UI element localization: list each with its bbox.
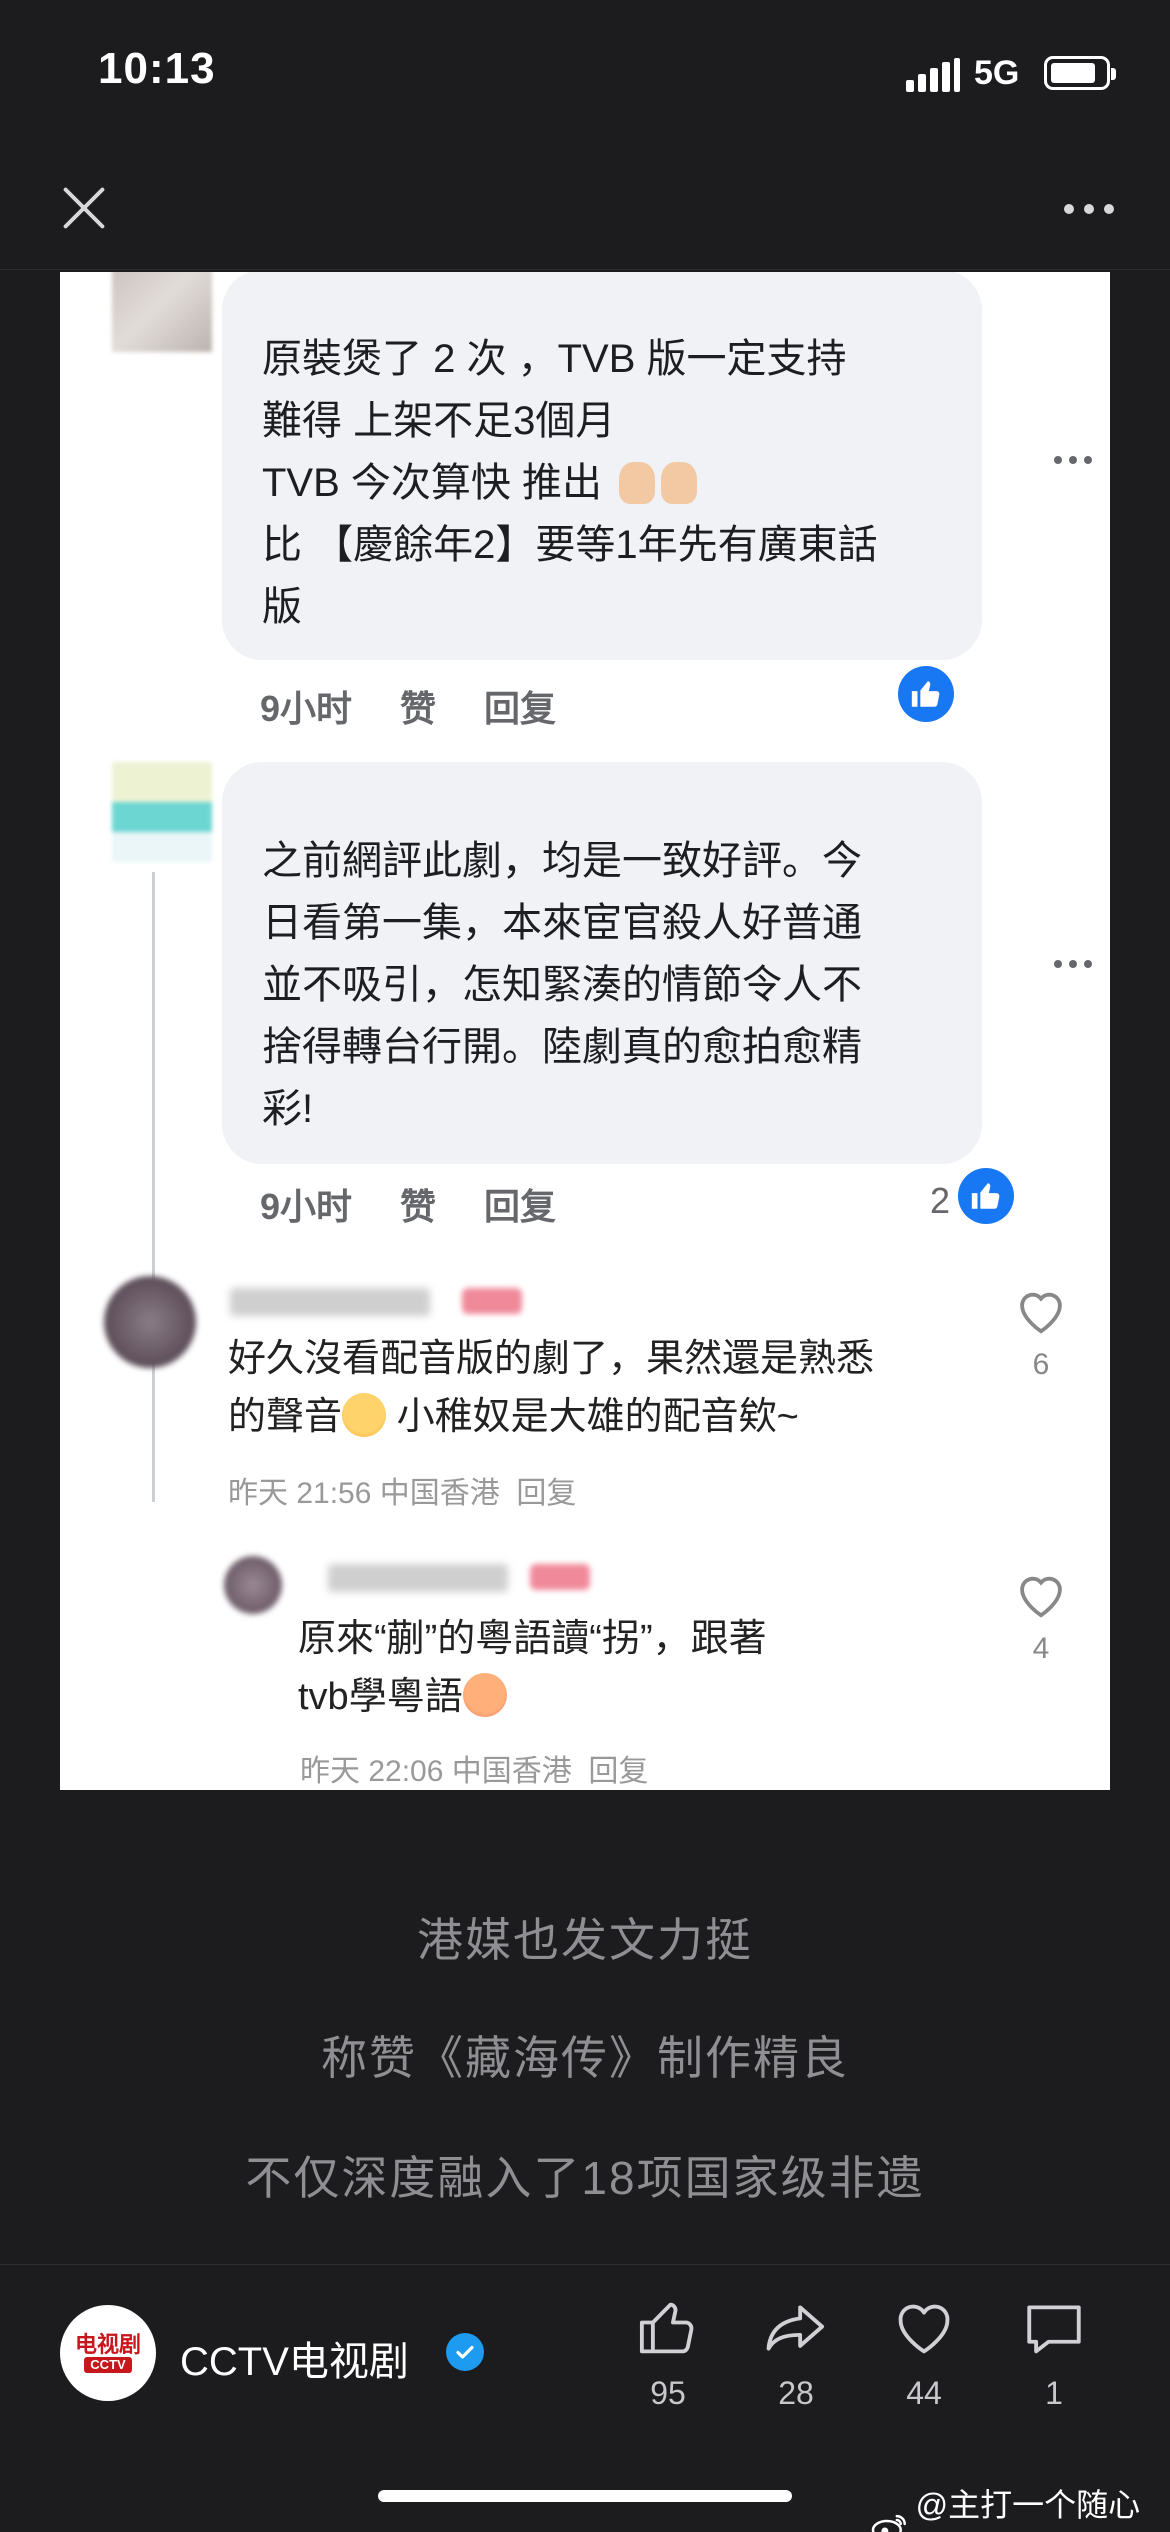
comment-count: 1 — [1045, 2375, 1063, 2411]
status-bar: 10:13 5G — [0, 0, 1170, 150]
like-reaction-icon — [898, 666, 954, 722]
laughing-emoji-icon — [462, 1673, 507, 1717]
reply-button[interactable]: 回复 — [484, 680, 556, 732]
thumbs-up-icon — [639, 2302, 694, 2354]
blurred-avatar — [104, 1276, 196, 1368]
more-icon[interactable] — [1054, 960, 1092, 968]
thumbs-up-emoji-icon — [619, 462, 656, 504]
comment-text: 原來“蒯”的粵語讀“拐”，跟著 tvb學粵語 — [298, 1618, 767, 1718]
reply-button[interactable]: 回复 — [484, 1178, 556, 1230]
blurred-username — [230, 1288, 430, 1316]
like-count: 6 — [1032, 1348, 1050, 1381]
comment-button[interactable]: 1 — [994, 2295, 1114, 2412]
comment-meta: 昨天 21:56 中国香港 回复 — [228, 1477, 577, 1510]
comment-time: 9小时 — [260, 688, 353, 729]
blurred-avatar — [112, 272, 212, 352]
caption-line: 港媒也发文力挺 — [417, 1914, 753, 1966]
comment-text: 好久沒看配音版的劇了，果然還是熟悉 的聲音 小稚奴是大雄的配音欸~ — [228, 1338, 875, 1438]
share-button[interactable]: 28 — [736, 2295, 856, 2412]
thumbs-up-emoji-icon — [661, 462, 698, 504]
comment-bubble: 之前網評此劇，均是一致好評。今 日看第一集，本來宦官殺人好普通 並不吸引，怎知緊… — [222, 762, 982, 1164]
blurred-avatar — [112, 762, 212, 862]
battery-icon — [1044, 56, 1116, 90]
watermark: @主打一个随心瓜 — [870, 2480, 1170, 2532]
thread-line — [152, 872, 155, 1502]
comment-meta: 昨天 22:06 中国香港 回复 — [300, 1755, 649, 1788]
favorite-count: 44 — [906, 2375, 942, 2411]
reply-button[interactable]: 回复 — [588, 1755, 648, 1788]
blurred-badge — [462, 1288, 522, 1314]
heart-icon[interactable] — [1012, 1568, 1070, 1620]
comment-actions: 9小时 赞 回复 — [260, 1178, 556, 1230]
like-count: 4 — [1032, 1632, 1050, 1665]
comment-actions: 9小时 赞 回复 — [260, 680, 556, 732]
blurred-avatar — [224, 1556, 282, 1614]
share-icon — [766, 2305, 825, 2351]
post-image: 原裝煲了 2 次 ，TVB 版一定支持 難得 上架不足3個月 TVB 今次算快 … — [60, 272, 1110, 1790]
like-count: 95 — [650, 2375, 686, 2411]
close-icon[interactable] — [56, 180, 112, 236]
heart-icon[interactable] — [1012, 1284, 1070, 1336]
more-icon[interactable] — [1054, 456, 1092, 464]
favorite-button[interactable]: 44 — [864, 2295, 984, 2412]
weibo-logo-icon — [871, 2514, 906, 2532]
home-indicator[interactable] — [378, 2490, 792, 2502]
like-button[interactable]: 95 — [608, 2295, 728, 2412]
nav-bar — [0, 160, 1170, 270]
crying-emoji-icon — [342, 1393, 387, 1437]
caption-line: 不仅深度融入了18项国家级非遗 — [245, 2152, 925, 2204]
comment-time: 9小时 — [260, 1186, 353, 1227]
comment-bubble: 原裝煲了 2 次 ，TVB 版一定支持 難得 上架不足3個月 TVB 今次算快 … — [222, 272, 982, 660]
verified-icon — [446, 2333, 484, 2371]
heart-icon — [898, 2304, 950, 2354]
like-reaction-icon — [958, 1168, 1014, 1224]
account-name[interactable]: CCTV电视剧 — [180, 2329, 409, 2387]
reaction-count: 2 — [930, 1180, 951, 1221]
account-avatar[interactable]: 电视剧 CCTV — [60, 2305, 156, 2401]
more-icon[interactable] — [1064, 204, 1114, 214]
caption-line: 称赞《藏海传》制作精良 — [321, 2032, 849, 2084]
blurred-badge — [530, 1564, 590, 1590]
signal-icon — [906, 58, 960, 92]
like-button[interactable]: 赞 — [400, 1178, 436, 1230]
comment-icon — [1027, 2305, 1081, 2354]
network-label: 5G — [974, 54, 1020, 92]
blurred-username — [328, 1564, 508, 1592]
status-time: 10:13 — [98, 44, 216, 93]
reply-button[interactable]: 回复 — [516, 1477, 576, 1510]
like-button[interactable]: 赞 — [400, 680, 436, 732]
share-count: 28 — [778, 2375, 814, 2411]
